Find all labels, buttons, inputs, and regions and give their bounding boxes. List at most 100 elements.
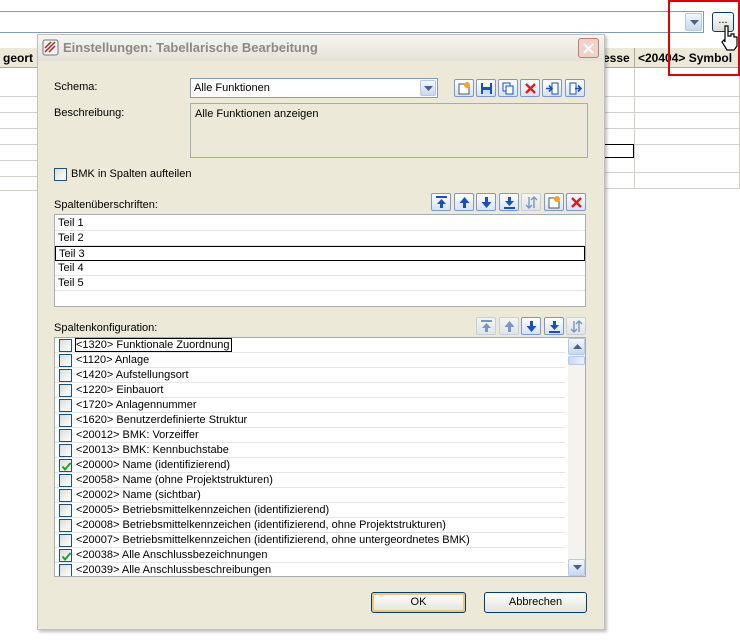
config-item-checkbox[interactable]: [59, 414, 72, 427]
move-up-icon: [504, 321, 515, 332]
scroll-down-button[interactable]: [568, 559, 585, 576]
config-item-checkbox[interactable]: [59, 489, 72, 502]
config-item-label: <1120> Anlage: [76, 354, 150, 366]
move-up-icon: [459, 197, 470, 208]
schema-save-button[interactable]: [476, 79, 496, 97]
config-item[interactable]: <20058> Name (ohne Projektstrukturen): [55, 473, 565, 488]
config-item[interactable]: <1120> Anlage: [55, 353, 565, 368]
description-field[interactable]: Alle Funktionen anzeigen: [190, 103, 588, 158]
ok-button[interactable]: OK: [371, 592, 466, 613]
checkmark-icon: [61, 462, 72, 472]
config-item[interactable]: <20007> Betriebsmittelkennzeichen (ident…: [55, 533, 565, 548]
save-icon: [481, 83, 492, 94]
schema-import-button[interactable]: [542, 79, 562, 97]
scroll-thumb[interactable]: [568, 356, 585, 365]
config-item-checkbox[interactable]: [59, 444, 72, 457]
move-down-icon: [526, 321, 537, 332]
config-item[interactable]: <20012> BMK: Vorzeiffer: [55, 428, 565, 443]
config-item-checkbox[interactable]: [59, 549, 72, 562]
schema-new-button[interactable]: [454, 79, 474, 97]
list-item[interactable]: Teil 3: [55, 246, 585, 261]
headings-list[interactable]: Teil 1 Teil 2 Teil 3 Teil 4 Teil 5: [54, 214, 586, 307]
config-item-label: <20038> Alle Anschlussbezeichnungen: [76, 549, 268, 561]
list-item[interactable]: Teil 1: [55, 216, 585, 231]
headings-label: Spaltenüberschriften:: [54, 199, 158, 211]
config-item[interactable]: <20039> Alle Anschlussbeschreibungen: [55, 563, 565, 576]
config-item-label: <20007> Betriebsmittelkennzeichen (ident…: [76, 534, 470, 546]
config-move-bottom-button[interactable]: [544, 317, 564, 335]
delete-icon: [571, 197, 582, 208]
config-move-top-button[interactable]: [476, 317, 496, 335]
background-row: [604, 98, 740, 113]
config-item-checkbox[interactable]: [59, 474, 72, 487]
headings-move-bottom-button[interactable]: [499, 193, 519, 211]
scroll-up-button[interactable]: [568, 338, 585, 355]
config-label: Spaltenkonfiguration:: [54, 322, 158, 334]
config-move-down-button[interactable]: [521, 317, 541, 335]
split-bmk-label: BMK in Spalten aufteilen: [71, 168, 192, 180]
config-item-checkbox[interactable]: [59, 384, 72, 397]
schema-label: Schema:: [54, 81, 98, 93]
config-move-up-button[interactable]: [499, 317, 519, 335]
schema-dropdown-button[interactable]: [420, 80, 436, 96]
new-icon: [548, 196, 560, 209]
schema-copy-button[interactable]: [498, 79, 518, 97]
config-item-checkbox[interactable]: [59, 354, 72, 367]
headings-delete-button[interactable]: [566, 193, 586, 211]
cancel-button[interactable]: Abbrechen: [484, 592, 587, 613]
new-icon: [458, 82, 470, 95]
headings-move-up-button[interactable]: [454, 193, 474, 211]
list-item[interactable]: Teil 5: [55, 276, 585, 291]
config-item[interactable]: <20013> BMK: Kennbuchstabe: [55, 443, 565, 458]
config-item[interactable]: <20002> Name (sichtbar): [55, 488, 565, 503]
config-item[interactable]: <1720> Anlagennummer: [55, 398, 565, 413]
config-item-checkbox[interactable]: [59, 504, 72, 517]
list-item[interactable]: Teil 2: [55, 231, 585, 246]
config-item[interactable]: <1320> Funktionale Zuordnung: [55, 338, 565, 353]
background-row: [604, 174, 740, 189]
move-bottom-icon: [504, 197, 515, 209]
close-button[interactable]: [578, 38, 599, 58]
chevron-down-icon: [424, 86, 433, 91]
background-row: [604, 114, 740, 129]
config-item-checkbox[interactable]: [59, 429, 72, 442]
delete-icon: [525, 83, 536, 94]
dialog-titlebar[interactable]: Einstellungen: Tabellarische Bearbeitung: [38, 35, 604, 61]
config-item-checkbox[interactable]: [59, 534, 72, 547]
split-bmk-checkbox[interactable]: [54, 168, 67, 181]
config-item-checkbox[interactable]: [59, 369, 72, 382]
background-row: [0, 82, 40, 97]
config-sort-button[interactable]: [566, 317, 586, 335]
config-item[interactable]: <20008> Betriebsmittelkennzeichen (ident…: [55, 518, 565, 533]
config-item-label: <1220> Einbauort: [76, 384, 164, 396]
config-item[interactable]: <1620> Benutzerdefinierte Struktur: [55, 413, 565, 428]
config-item-checkbox[interactable]: [59, 339, 72, 352]
config-item-label: <20008> Betriebsmittelkennzeichen (ident…: [76, 519, 446, 531]
headings-new-button[interactable]: [544, 193, 564, 211]
config-scrollbar[interactable]: [568, 338, 585, 576]
config-item-checkbox[interactable]: [59, 459, 72, 472]
schema-delete-button[interactable]: [520, 79, 540, 97]
schema-export-button[interactable]: [565, 79, 585, 97]
config-item-checkbox[interactable]: [59, 399, 72, 412]
background-selected-cell[interactable]: [602, 144, 634, 158]
config-item[interactable]: <1220> Einbauort: [55, 383, 565, 398]
hand-cursor-icon: [721, 25, 738, 51]
config-item-label: <20002> Name (sichtbar): [76, 489, 201, 501]
headings-move-down-button[interactable]: [476, 193, 496, 211]
schema-combobox[interactable]: Alle Funktionen: [190, 78, 438, 98]
config-item[interactable]: <20038> Alle Anschlussbezeichnungen: [55, 548, 565, 563]
config-item[interactable]: <1420> Aufstellungsort: [55, 368, 565, 383]
chevron-down-icon: [573, 565, 582, 570]
sort-icon: [570, 320, 583, 333]
config-item[interactable]: <20005> Betriebsmittelkennzeichen (ident…: [55, 503, 565, 518]
headings-sort-button[interactable]: [521, 193, 541, 211]
headings-move-top-button[interactable]: [431, 193, 451, 211]
config-item-checkbox[interactable]: [59, 564, 72, 576]
background-header-cell: geort (: [0, 48, 40, 68]
list-item[interactable]: Teil 4: [55, 261, 585, 276]
config-list[interactable]: <1320> Funktionale Zuordnung <1120> Anlag…: [54, 337, 586, 577]
config-item-checkbox[interactable]: [59, 519, 72, 532]
config-item[interactable]: <20000> Name (identifizierend): [55, 458, 565, 473]
background-combobox[interactable]: [0, 11, 704, 33]
